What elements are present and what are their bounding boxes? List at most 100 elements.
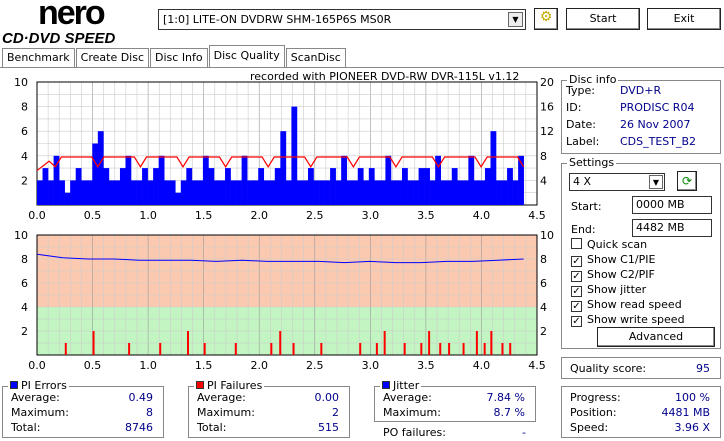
pi-failure-bar (490, 331, 493, 355)
x-tick-label: 0.5 (84, 359, 102, 372)
pi-errors-label: Maximum: (11, 406, 69, 419)
tab-benchmark[interactable]: Benchmark (2, 48, 75, 67)
po-failures-label: PO failures: (383, 426, 446, 439)
pi-error-bar (175, 192, 182, 205)
jitter-label: Maximum: (383, 406, 441, 419)
pi-error-bar (131, 180, 137, 205)
pi-error-bar (484, 168, 491, 205)
pi-error-bar (363, 180, 370, 205)
pi-failure-bar (501, 343, 504, 355)
pi-error-bar (59, 180, 65, 205)
x-tick-label: 1.0 (139, 209, 157, 222)
pi-errors-value: 8746 (125, 421, 153, 434)
x-tick-label: 1.5 (195, 359, 213, 372)
progress-label: Position: (570, 406, 617, 419)
checkbox-label: Show C1/PIE (587, 253, 656, 266)
drive-select-value: [1:0] LITE-ON DVDRW SHM-165P6S MS0R (163, 13, 392, 26)
pi-failure-bar (64, 343, 67, 355)
check-icon: ✓ (571, 301, 582, 312)
progress-label: Progress: (570, 391, 621, 404)
pi-error-bar (81, 180, 88, 205)
pi-error-bar (296, 180, 303, 205)
pi-error-bar (202, 155, 209, 205)
exit-button[interactable]: Exit (647, 8, 721, 30)
x-tick-label: 3.5 (417, 359, 435, 372)
checkbox-show-c1-pie[interactable]: ✓ Show C1/PIE (571, 253, 655, 267)
pi-error-bar (92, 143, 99, 205)
pi-failure-bar (462, 343, 465, 355)
pi-error-bar (180, 180, 187, 205)
pi-failures-value: 0.00 (314, 391, 340, 404)
x-tick-label: 1.0 (139, 359, 157, 372)
pi-failures-label: Maximum: (197, 406, 255, 419)
chevron-down-icon[interactable]: ▼ (649, 175, 663, 189)
pi-error-bar (48, 180, 54, 205)
pi-error-bar (75, 168, 82, 205)
disc-info-value: PRODISC R04 (620, 101, 695, 114)
checkbox-show-jitter[interactable]: ✓ Show jitter (571, 283, 646, 297)
refresh-speed-icon[interactable]: ⟳ (677, 171, 697, 191)
pi-error-bar (330, 168, 336, 205)
tab-create-disc[interactable]: Create Disc (75, 48, 150, 67)
check-icon (571, 238, 582, 249)
checkbox-quick-scan[interactable]: Quick scan (571, 238, 647, 251)
checkbox-label: Quick scan (587, 238, 648, 251)
tab-divider (0, 67, 724, 68)
pi-error-bar (86, 180, 93, 205)
pi-error-bar (269, 180, 276, 205)
start-button[interactable]: Start (566, 8, 640, 30)
pi-error-bar (413, 180, 419, 205)
cd-dvd-speed-logo: CD·DVD SPEED (2, 30, 116, 47)
drive-select[interactable]: [1:0] LITE-ON DVDRW SHM-165P6S MS0R ▼ (158, 9, 526, 30)
pi-error-bar (230, 180, 237, 205)
quality-score-label: Quality score: (570, 362, 647, 375)
x-tick-label: 2.5 (306, 209, 324, 222)
checkbox-show-c2-pif[interactable]: ✓ Show C2/PIF (571, 268, 655, 282)
pi-error-bar (125, 155, 132, 205)
pi-error-bar (42, 168, 49, 205)
checkbox-label: Show write speed (587, 313, 685, 326)
speed-select[interactable]: 4 X ▼ (569, 173, 665, 191)
pi-failures-value: 515 (318, 421, 339, 434)
pi-error-bar (468, 155, 475, 205)
tab-disc-quality[interactable]: Disc Quality (208, 45, 285, 67)
pi-error-bar (385, 155, 392, 205)
settings-group: Settings 4 X ▼ ⟳ Start: 0000 MB End: 4482… (561, 156, 721, 349)
pi-error-bar (324, 180, 331, 205)
pi-error-bar (402, 168, 408, 205)
charts: 10 8 6 4 2 20 16 12 8 4 0.0 0.5 1.0 1.5 2.0 2.5 3.0 3.5 4.… (14, 76, 554, 372)
y2-tick-label: 2 (540, 325, 547, 338)
check-icon: ✓ (571, 286, 582, 297)
progress-label: Speed: (570, 421, 609, 434)
tab-disc-info[interactable]: Disc Info (150, 48, 208, 67)
pi-error-bar (247, 180, 253, 205)
pi-failure-bar (439, 343, 442, 355)
pi-error-bar (285, 180, 292, 205)
pi-error-bar (407, 180, 414, 205)
start-input[interactable]: 0000 MB (632, 196, 712, 214)
pi-error-bar (352, 180, 359, 205)
y-tick-label: 10 (14, 229, 28, 242)
checkbox-show-write-speed[interactable]: ✓ Show write speed (571, 313, 685, 327)
pi-error-bar (473, 180, 480, 205)
end-input[interactable]: 4482 MB (632, 219, 712, 237)
pi-error-bar (252, 180, 259, 205)
pi-error-bar (191, 180, 198, 205)
pi-failure-bar (128, 343, 131, 355)
y-tick-label: 8 (21, 253, 28, 266)
chevron-down-icon[interactable]: ▼ (508, 12, 523, 27)
pi-error-bar (440, 180, 447, 205)
pi-failure-bar (428, 331, 431, 355)
pi-error-bar (37, 180, 43, 205)
jitter-value: 7.84 % (486, 391, 525, 404)
jitter-legend-icon (382, 381, 390, 389)
tab-scandisc[interactable]: ScanDisc (285, 48, 346, 67)
checkbox-show-read-speed[interactable]: ✓ Show read speed (571, 298, 682, 312)
pi-error-bar (97, 131, 104, 205)
advanced-button[interactable]: Advanced (597, 327, 715, 347)
refresh-drive-icon[interactable]: ⚙ (534, 8, 558, 30)
pi-error-bar (258, 168, 265, 205)
x-tick-label: 4.5 (528, 359, 546, 372)
pi-error-bar (197, 180, 204, 205)
pi-errors-label: Average: (11, 391, 60, 404)
